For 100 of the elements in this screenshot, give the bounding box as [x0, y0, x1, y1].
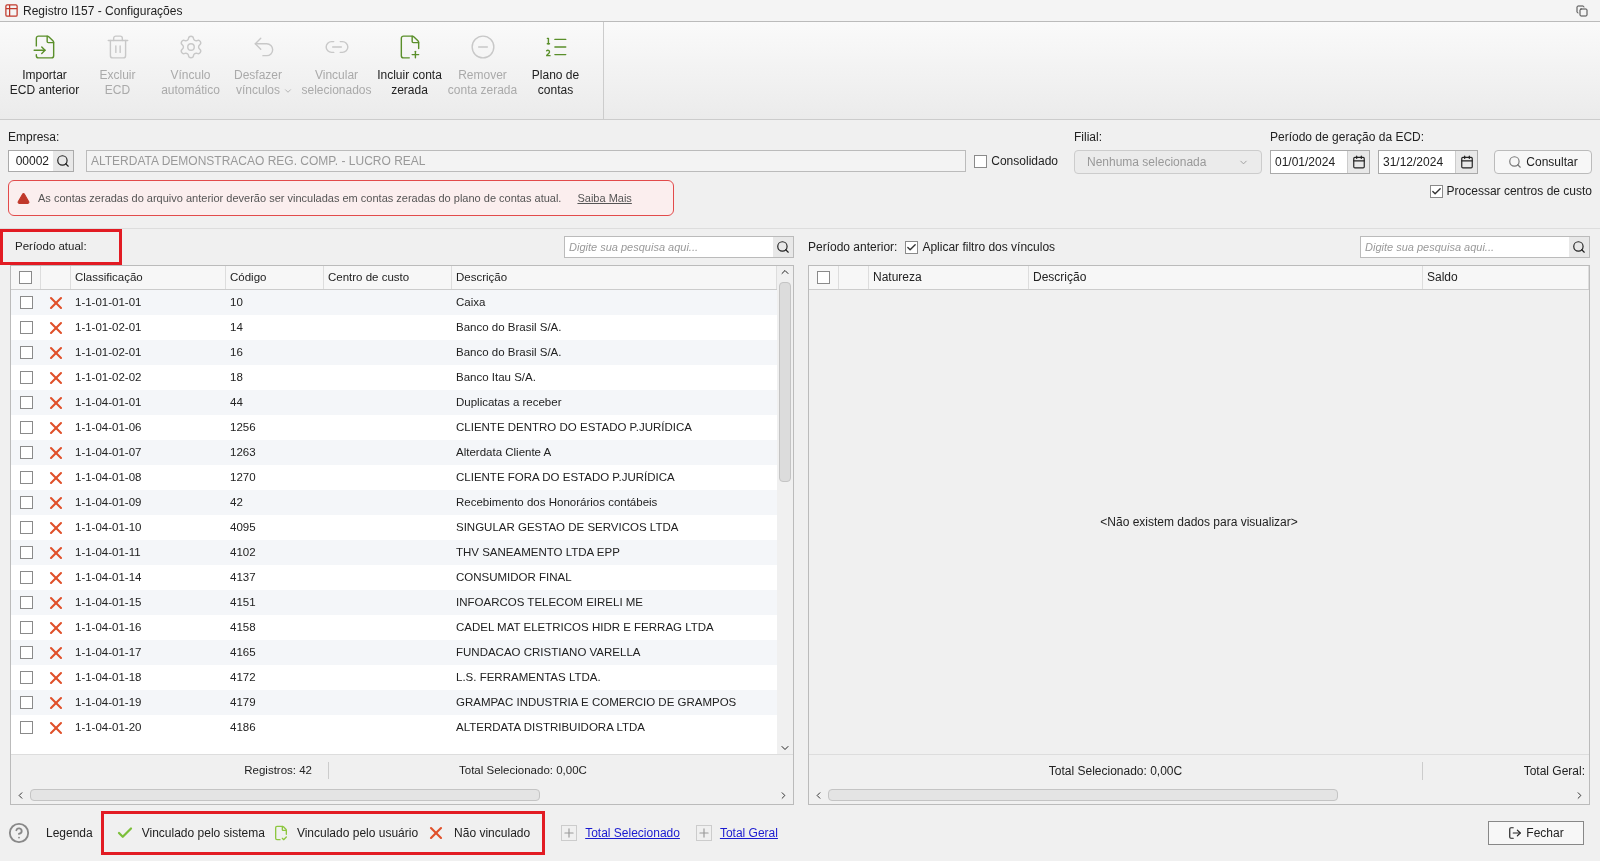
warning-text: As contas zeradas do arquivo anterior deverão ser vinculadas em contas zeradas do plano de contas atual.	[38, 190, 562, 206]
select-all-checkbox[interactable]	[817, 271, 830, 284]
table-cell-text: 4179	[229, 694, 257, 710]
calendar-icon[interactable]	[1351, 155, 1366, 169]
row-checkbox[interactable]	[19, 396, 33, 409]
column-header[interactable]: Centro de custo	[324, 266, 452, 289]
table-cell-text: 4151	[229, 594, 257, 610]
toolbar-button[interactable]: Importar ECD anterior	[8, 34, 81, 98]
table-cell-text: 1-1-04-01-16	[74, 619, 143, 635]
legend-item: Vinculado pelo usuário	[296, 825, 419, 842]
calendar-icon[interactable]	[1459, 155, 1474, 169]
checkbox-label: Processar centros de custo	[1446, 183, 1592, 200]
table-cell-text: 1-1-01-02-01	[74, 319, 143, 335]
horizontal-scrollbar[interactable]	[11, 786, 793, 804]
empty-message: <Não existem dados para visualizar>	[1100, 514, 1298, 531]
table-cell-text: 1256	[229, 419, 257, 435]
table-cell-text: 4158	[229, 619, 257, 635]
select-all-checkbox[interactable]	[19, 271, 32, 284]
table-cell-text: CONSUMIDOR FINAL	[455, 569, 573, 585]
row-checkbox[interactable]	[19, 646, 33, 659]
table-cell-text: 1-1-04-01-11	[74, 544, 142, 560]
row-checkbox[interactable]	[19, 296, 33, 309]
table-cell-text: 1-1-04-01-08	[74, 469, 143, 485]
table-cell-text: 44	[229, 394, 244, 410]
row-checkbox[interactable]	[19, 371, 33, 384]
row-checkbox[interactable]	[19, 421, 33, 434]
row-checkbox[interactable]	[19, 571, 33, 584]
table-cell-text: 10	[229, 294, 244, 310]
table-cell-text: 4165	[229, 644, 257, 660]
consultar-button[interactable]: Consultar	[1494, 150, 1592, 174]
search-icon	[1508, 155, 1523, 169]
table-cell-text: 4172	[229, 669, 257, 685]
plus-icon	[561, 825, 578, 841]
table-cell-text: SINGULAR GESTAO DE SERVICOS LTDA	[455, 519, 680, 535]
caret-icon	[283, 86, 293, 96]
column-header[interactable]: Natureza	[869, 266, 1029, 289]
search-icon[interactable]	[56, 154, 70, 168]
processar-checkbox[interactable]	[1429, 184, 1443, 198]
table-cell-text: 1-1-04-01-20	[74, 719, 143, 735]
field-label: Empresa:	[8, 129, 61, 146]
table-cell-text: Alterdata Cliente A	[455, 444, 553, 460]
company-code-field[interactable]: 00002	[8, 150, 74, 172]
row-checkbox[interactable]	[19, 346, 33, 359]
row-checkbox[interactable]	[19, 321, 33, 334]
legend-item: Não vinculado	[454, 825, 531, 842]
table-cell-text: 1-1-04-01-07	[74, 444, 143, 460]
restore-icon[interactable]	[1576, 4, 1588, 17]
table-cell-text: 1-1-04-01-17	[74, 644, 143, 660]
selected-total: Total Selecionado: 0,00C	[459, 762, 587, 778]
table-cell-text: 1-1-04-01-06	[74, 419, 143, 435]
vertical-scrollbar[interactable]	[777, 266, 793, 754]
company-name-field: ALTERDATA DEMONSTRACAO REG. COMP. - LUCRO REAL	[86, 150, 967, 172]
help-icon[interactable]	[8, 822, 30, 844]
grand-total: Total Geral:	[1523, 762, 1586, 780]
row-checkbox[interactable]	[19, 546, 33, 559]
table-cell-text: 4095	[229, 519, 257, 535]
table-cell-text: Banco Itau S/A.	[455, 369, 537, 385]
column-header[interactable]: Código	[226, 266, 324, 289]
exit-icon	[1508, 826, 1523, 840]
search-icon	[1572, 240, 1586, 254]
table-cell-text: 1270	[229, 469, 257, 485]
close-button[interactable]: Fechar	[1488, 821, 1584, 845]
date-field[interactable]: 01/01/2024	[1270, 150, 1370, 174]
records-count: Registros: 42	[11, 761, 329, 780]
checkbox-label: Aplicar filtro dos vínculos	[922, 239, 1056, 256]
toolbar-button[interactable]: Incluir conta zerada	[373, 34, 446, 98]
learn-more-link[interactable]: Saiba Mais	[577, 189, 632, 207]
row-checkbox[interactable]	[19, 696, 33, 709]
filter-checkbox[interactable]	[905, 240, 919, 254]
consolidado-checkbox[interactable]	[974, 154, 988, 168]
row-checkbox[interactable]	[19, 596, 33, 609]
field-label: Filial:	[1074, 129, 1103, 146]
table-cell-text: ALTERDATA DISTRIBUIDORA LTDA	[455, 719, 646, 735]
row-checkbox[interactable]	[19, 521, 33, 534]
row-checkbox[interactable]	[19, 496, 33, 509]
legend-label: Legenda	[46, 825, 93, 842]
toolbar-button[interactable]: Plano de contas	[519, 34, 592, 98]
column-header[interactable]: Classificação	[71, 266, 226, 289]
table-cell-text: Banco do Brasil S/A.	[455, 344, 563, 360]
table-cell-text: 1-1-04-01-15	[74, 594, 143, 610]
table-cell-text: 18	[229, 369, 244, 385]
row-checkbox[interactable]	[19, 471, 33, 484]
table-cell-text: 42	[229, 494, 244, 510]
table-cell-text: Banco do Brasil S/A.	[455, 319, 563, 335]
total-link[interactable]: Total Selecionado	[585, 824, 680, 842]
row-checkbox[interactable]	[19, 446, 33, 459]
row-checkbox[interactable]	[19, 671, 33, 684]
table-cell-text: CADEL MAT ELETRICOS HIDR E FERRAG LTDA	[455, 619, 715, 635]
total-link[interactable]: Total Geral	[719, 824, 778, 842]
table-cell-text: CLIENTE DENTRO DO ESTADO P.JURÍDICA	[455, 419, 693, 435]
column-header[interactable]: Saldo	[1423, 266, 1589, 289]
section-title: Período atual:	[0, 229, 122, 265]
table-cell-text: 1-1-04-01-01	[74, 394, 143, 410]
table-cell-text: 1-1-04-01-09	[74, 494, 143, 510]
table-cell-text: FUNDACAO CRISTIANO VARELLA	[455, 644, 642, 660]
column-header[interactable]: Descrição	[1029, 266, 1423, 289]
row-checkbox[interactable]	[19, 721, 33, 734]
table-cell-text: 1-1-01-01-01	[74, 294, 143, 310]
date-field[interactable]: 31/12/2024	[1378, 150, 1478, 174]
row-checkbox[interactable]	[19, 621, 33, 634]
